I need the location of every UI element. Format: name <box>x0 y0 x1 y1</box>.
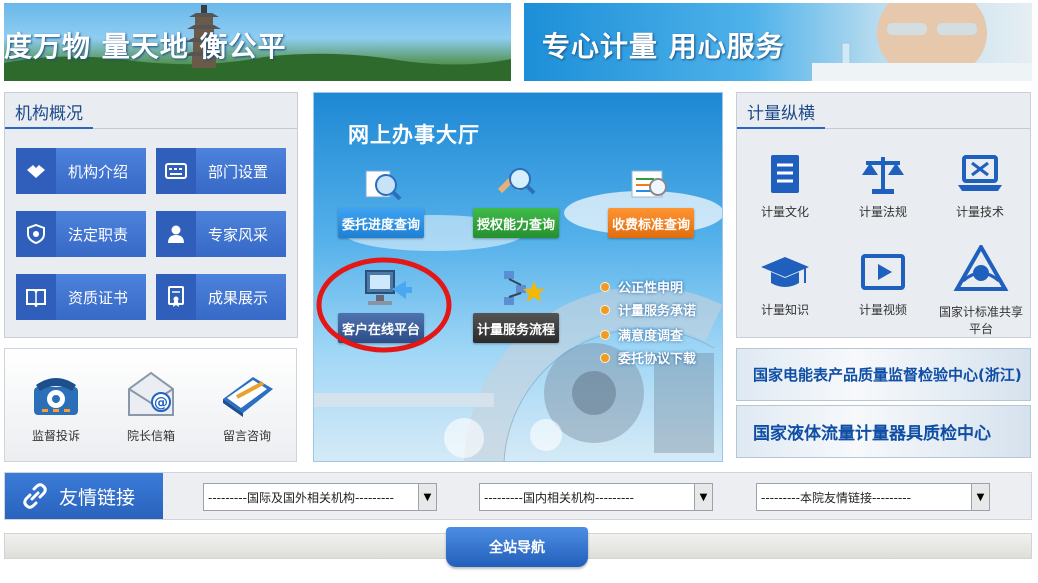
fee-standard-icon <box>631 170 667 198</box>
scientist-image <box>812 3 1032 81</box>
metrology-culture-link[interactable]: 计量文化 <box>740 153 830 220</box>
authorization-search-icon <box>497 168 536 195</box>
qualifications-button[interactable]: 资质证书 <box>16 274 146 320</box>
dept-setup-label: 部门设置 <box>208 162 269 181</box>
authorization-query-button[interactable]: 授权能力查询 <box>473 208 559 238</box>
domestic-orgs-select[interactable]: ---------国内相关机构--------- ▼ <box>479 483 713 511</box>
standard-share-platform-link[interactable]: 国家计标准共享平台 <box>935 245 1027 337</box>
video-play-icon <box>861 254 905 290</box>
metrology-law-link[interactable]: 计量法规 <box>838 153 928 220</box>
director-mailbox-label: 院长信箱 <box>126 429 175 443</box>
bullet-icon <box>600 352 610 363</box>
org-intro-label: 机构介绍 <box>68 162 129 181</box>
legal-duties-label: 法定职责 <box>68 225 129 244</box>
badge-icon <box>16 211 56 257</box>
mail-icon: @ <box>128 371 174 416</box>
banner-right: 专心计量 用心服务 <box>524 3 1032 81</box>
bullet-icon <box>600 304 610 315</box>
hall-link-survey-label: 满意度调查 <box>618 329 684 344</box>
complaint-link[interactable]: 监督投诉 <box>11 369 101 444</box>
institute-links-select-value: ---------本院友情链接--------- <box>761 490 911 505</box>
metrology-panel-title: 计量纵横 <box>737 93 825 129</box>
banner-left: 度万物 量天地 衡公平 <box>4 3 511 81</box>
fee-standard-button[interactable]: 收费标准查询 <box>608 208 694 238</box>
telephone-icon <box>34 378 78 415</box>
institute-links-select[interactable]: ---------本院友情链接--------- ▼ <box>756 483 990 511</box>
metrology-video-link[interactable]: 计量视频 <box>838 253 928 318</box>
certificate-icon <box>156 274 196 320</box>
notepad-icon <box>223 377 273 417</box>
org-panel: 机构概况 机构介绍 部门设置 法定职责 专家风采 资质证书 成果展示 <box>4 92 298 338</box>
complaint-label: 监督投诉 <box>31 429 80 443</box>
metrology-panel: 计量纵横 计量文化 计量法规 计量技术 计量知识 计量视频 国家计标准共享平台 <box>736 92 1031 338</box>
scales-icon <box>862 157 904 194</box>
message-consult-link[interactable]: 留言咨询 <box>202 369 292 444</box>
service-flow-button[interactable]: 计量服务流程 <box>473 313 559 343</box>
graduation-cap-icon <box>761 257 809 287</box>
hall-link-fairness-label: 公正性申明 <box>618 281 684 296</box>
intl-orgs-select-value: ---------国际及国外相关机构--------- <box>208 490 394 505</box>
experts-button[interactable]: 专家风采 <box>156 211 286 257</box>
friendly-links-title: 友情链接 <box>59 486 136 509</box>
hall-link-fairness[interactable]: 公正性申明 <box>600 277 683 296</box>
friendly-links-bar: 友情链接 ---------国际及国外相关机构--------- ▼ -----… <box>4 472 1032 520</box>
liquid-flow-center-banner[interactable]: 国家液体流量计量器具质检中心 <box>736 405 1031 458</box>
bullet-icon <box>600 281 610 292</box>
dept-setup-button[interactable]: 部门设置 <box>156 148 286 194</box>
metrology-video-label: 计量视频 <box>858 303 907 317</box>
laptop-tools-icon <box>958 155 1002 191</box>
chevron-down-icon[interactable]: ▼ <box>971 484 989 510</box>
site-navigation-button[interactable]: 全站导航 <box>446 527 588 567</box>
intl-orgs-select[interactable]: ---------国际及国外相关机构--------- ▼ <box>203 483 437 511</box>
left-slogan: 度万物 量天地 衡公平 <box>4 30 287 63</box>
metrology-knowledge-label: 计量知识 <box>760 303 809 317</box>
director-mailbox-link[interactable]: @ 院长信箱 <box>106 369 196 444</box>
domestic-orgs-select-value: ---------国内相关机构--------- <box>484 490 634 505</box>
metrology-knowledge-link[interactable]: 计量知识 <box>740 253 830 318</box>
chevron-down-icon[interactable]: ▼ <box>694 484 712 510</box>
hall-link-download-label: 委托协议下载 <box>618 352 697 367</box>
achievements-label: 成果展示 <box>208 288 269 307</box>
chevron-down-icon[interactable]: ▼ <box>418 484 436 510</box>
legal-duties-button[interactable]: 法定职责 <box>16 211 146 257</box>
hall-title: 网上办事大厅 <box>348 123 480 147</box>
highlight-circle <box>316 257 452 353</box>
standard-share-platform-label: 国家计标准共享平台 <box>938 305 1023 336</box>
metrology-tech-label: 计量技术 <box>955 205 1004 219</box>
contact-panel: 监督投诉 @ 院长信箱 留言咨询 <box>4 348 297 462</box>
energy-meter-center-banner[interactable]: 国家电能表产品质量监督检验中心(浙江) <box>736 348 1031 401</box>
progress-query-button[interactable]: 委托进度查询 <box>338 208 424 238</box>
hall-link-promise[interactable]: 计量服务承诺 <box>600 300 696 319</box>
bullet-icon <box>600 329 610 340</box>
book-icon <box>16 274 56 320</box>
handshake-icon <box>16 148 56 194</box>
achievements-button[interactable]: 成果展示 <box>156 274 286 320</box>
metrology-tech-link[interactable]: 计量技术 <box>935 153 1025 220</box>
experts-label: 专家风采 <box>208 225 269 244</box>
friendly-links-header: 友情链接 <box>5 473 163 519</box>
keyboard-icon <box>156 148 196 194</box>
qualifications-label: 资质证书 <box>68 288 129 307</box>
document-icon <box>771 155 799 193</box>
metrology-law-label: 计量法规 <box>858 205 907 219</box>
svg-text:@: @ <box>154 395 168 411</box>
progress-search-icon <box>365 170 402 201</box>
org-intro-button[interactable]: 机构介绍 <box>16 148 146 194</box>
online-service-hall: 网上办事大厅 委托进度查询 授权能力查询 收费标准查询 客户在线平台 计量服务流 <box>313 92 723 462</box>
metrology-culture-label: 计量文化 <box>760 205 809 219</box>
link-icon <box>23 483 47 509</box>
org-panel-title: 机构概况 <box>5 93 93 129</box>
service-flow-icon <box>504 271 545 305</box>
hall-link-survey[interactable]: 满意度调查 <box>600 325 683 344</box>
person-icon <box>156 211 196 257</box>
share-platform-icon <box>953 245 1009 291</box>
hall-link-promise-label: 计量服务承诺 <box>618 304 697 319</box>
hall-link-download[interactable]: 委托协议下载 <box>600 348 696 367</box>
message-consult-label: 留言咨询 <box>222 429 271 443</box>
right-slogan: 专心计量 用心服务 <box>542 30 785 63</box>
